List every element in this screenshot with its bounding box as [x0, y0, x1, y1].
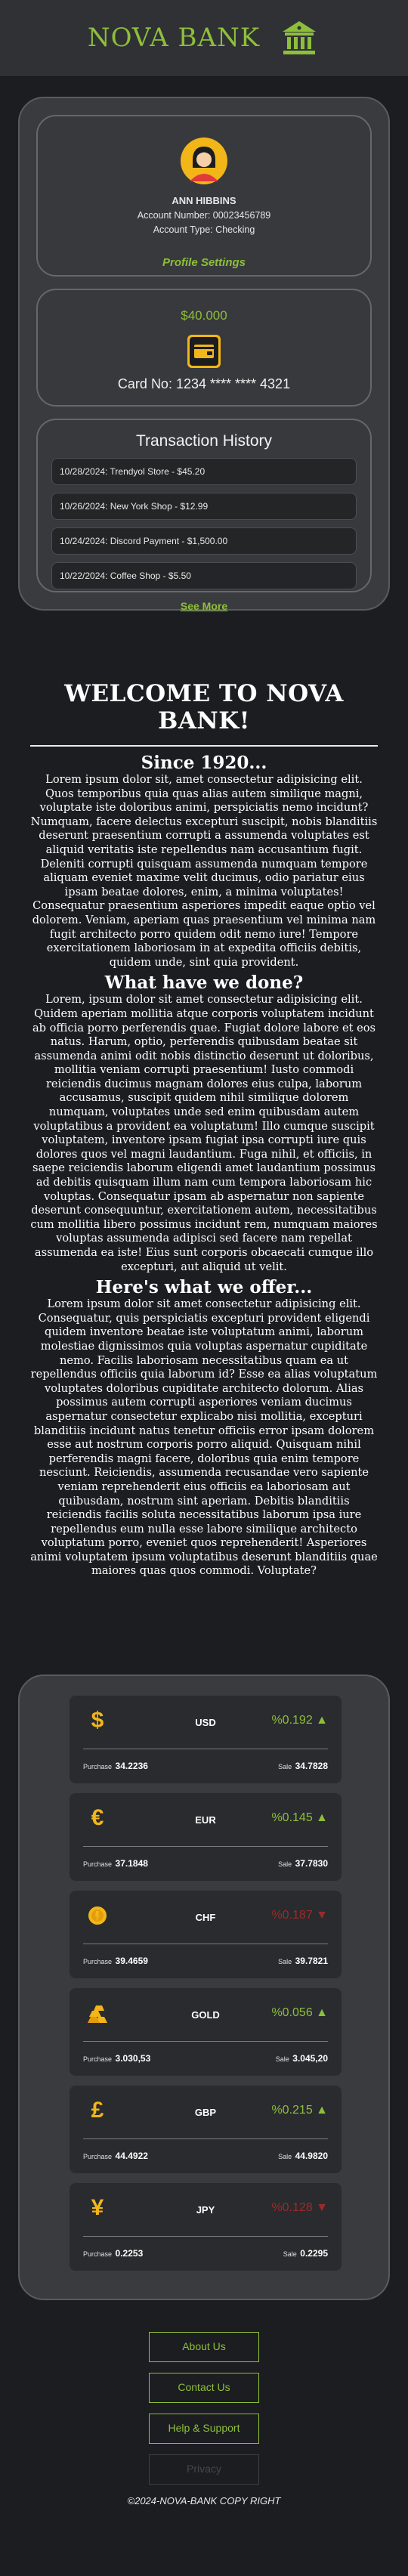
- about-us-link[interactable]: About Us: [149, 2332, 259, 2362]
- section-paragraph: Lorem, ipsum dolor sit amet consectetur …: [30, 993, 378, 1273]
- card-number: Card No: 1234 **** **** 4321: [117, 376, 291, 391]
- rate-change: %0.128 ▼: [271, 2201, 328, 2214]
- rate-change: %0.056 ▲: [271, 2006, 328, 2019]
- account-panel: ANN HIBBINS Account Number: 00023456789 …: [18, 97, 390, 612]
- section-heading: What have we done?: [104, 973, 304, 994]
- rate-card-gbp: £ GBP %0.215 ▲ Purchase 44.4922 Sale 44.…: [70, 2086, 342, 2173]
- rate-card-eur: € EUR %0.145 ▲ Purchase 37.1848 Sale 37.…: [70, 1793, 342, 1881]
- purchase-rate: Purchase 0.2253: [83, 2248, 144, 2259]
- transaction-row[interactable]: 10/26/2024: New York Shop - $12.99: [51, 493, 357, 520]
- balance-amount: $40.000: [181, 308, 227, 323]
- rate-change: %0.145 ▲: [271, 1811, 328, 1824]
- rate-card-gold: GOLD %0.056 ▲ Purchase 3.030,53 Sale 3.0…: [70, 1988, 342, 2076]
- exchange-rates-panel: $ USD %0.192 ▲ Purchase 34.2236 Sale 34.…: [18, 1675, 390, 2300]
- transaction-history-title: Transaction History: [135, 432, 273, 450]
- rate-card-usd: $ USD %0.192 ▲ Purchase 34.2236 Sale 34.…: [70, 1696, 342, 1783]
- divider: [83, 2041, 328, 2042]
- profile-name: ANN HIBBINS: [172, 195, 236, 206]
- profile-card: ANN HIBBINS Account Number: 00023456789 …: [36, 115, 372, 277]
- wallet-icon: [187, 335, 221, 368]
- section-heading: Here's what we offer...: [95, 1277, 313, 1298]
- brand-name[interactable]: NOVA BANK: [88, 23, 260, 53]
- balance-card: $40.000 Card No: 1234 **** **** 4321: [36, 289, 372, 407]
- transaction-row[interactable]: 10/28/2024: Trendyol Store - $45.20: [51, 458, 357, 485]
- privacy-link[interactable]: Privacy: [149, 2454, 259, 2485]
- help-support-link[interactable]: Help & Support: [149, 2414, 259, 2444]
- about-article: WELCOME TO NOVA BANK! Since 1920... Lore…: [30, 680, 378, 1579]
- footer: About Us Contact Us Help & Support Priva…: [0, 2332, 408, 2506]
- user-avatar-icon: [181, 138, 227, 184]
- copyright-text: ©2024-NOVA-BANK COPY RIGHT: [127, 2495, 281, 2506]
- rate-change: %0.215 ▲: [271, 2104, 328, 2117]
- transaction-row[interactable]: 10/24/2024: Discord Payment - $1,500.00: [51, 527, 357, 555]
- rate-change: %0.192 ▲: [271, 1714, 328, 1727]
- section-paragraph: Lorem ipsum dolor sit, amet consectetur …: [30, 773, 378, 969]
- divider: [83, 2138, 328, 2139]
- account-number: Account Number: 00023456789: [137, 210, 271, 221]
- profile-settings-link[interactable]: Profile Settings: [38, 256, 370, 269]
- divider: [83, 1846, 328, 1847]
- purchase-rate: Purchase 44.4922: [83, 2151, 148, 2161]
- bank-building-icon: [283, 20, 317, 54]
- welcome-heading: WELCOME TO NOVA BANK!: [64, 680, 344, 734]
- purchase-rate: Purchase 3.030,53: [83, 2053, 151, 2064]
- top-header: NOVA BANK: [0, 0, 408, 76]
- section-heading: Since 1920...: [141, 753, 267, 773]
- rate-card-jpy: ¥ JPY %0.128 ▼ Purchase 0.2253 Sale 0.22…: [70, 2183, 342, 2271]
- purchase-rate: Purchase 34.2236: [83, 1761, 148, 1771]
- purchase-rate: Purchase 37.1848: [83, 1858, 148, 1869]
- see-more-link[interactable]: See More: [181, 600, 227, 612]
- rate-change: %0.187 ▼: [271, 1909, 328, 1922]
- contact-us-link[interactable]: Contact Us: [149, 2373, 259, 2403]
- sale-rate: Sale 37.7830: [278, 1858, 328, 1869]
- divider: [83, 2236, 328, 2237]
- purchase-rate: Purchase 39.4659: [83, 1956, 148, 1966]
- sale-rate: Sale 0.2295: [283, 2248, 328, 2259]
- rate-card-chf: CHF %0.187 ▼ Purchase 39.4659 Sale 39.78…: [70, 1891, 342, 1978]
- sale-rate: Sale 39.7821: [278, 1956, 328, 1966]
- sale-rate: Sale 44.9820: [278, 2151, 328, 2161]
- section-paragraph: Lorem ipsum dolor sit amet consectetur a…: [30, 1297, 378, 1578]
- account-type: Account Type: Checking: [153, 224, 255, 235]
- divider: [30, 745, 378, 747]
- sale-rate: Sale 34.7828: [278, 1761, 328, 1771]
- sale-rate: Sale 3.045,20: [275, 2053, 328, 2064]
- transaction-history-card: Transaction History 10/28/2024: Trendyol…: [36, 419, 372, 612]
- transaction-row[interactable]: 10/22/2024: Coffee Shop - $5.50: [51, 562, 357, 589]
